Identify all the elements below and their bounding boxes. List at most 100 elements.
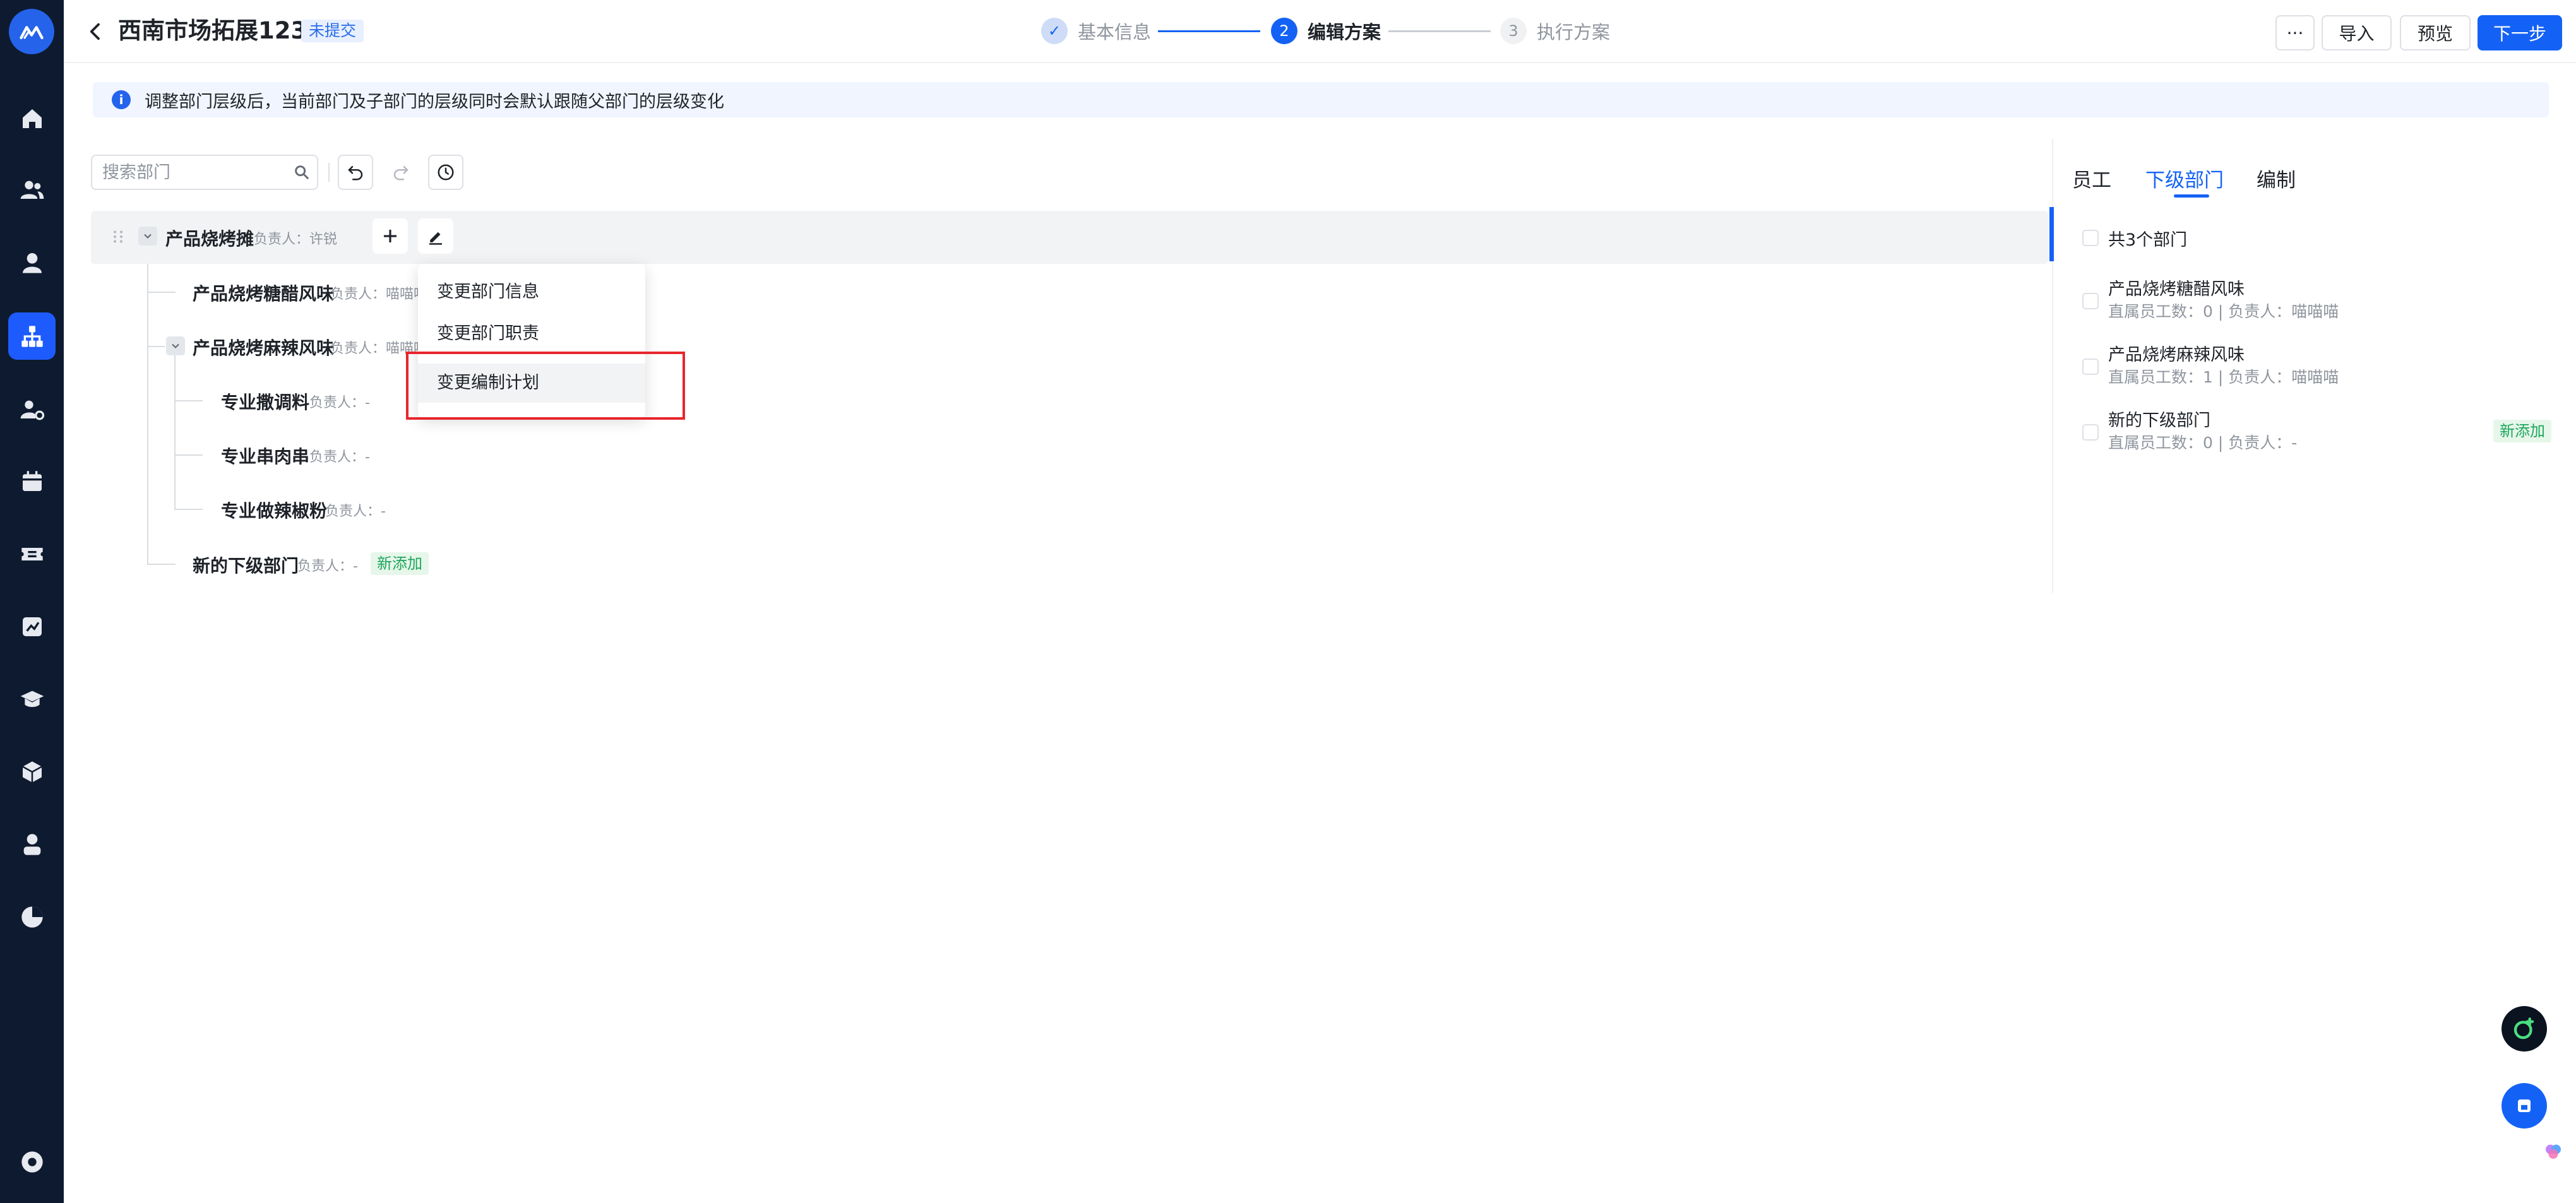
plugin-button[interactable] (2538, 1136, 2568, 1166)
nav-user[interactable] (8, 239, 56, 286)
dept-name[interactable]: 专业做辣椒粉 (221, 497, 327, 523)
dept-owner: 负责人：- (325, 504, 386, 519)
step-label: 编辑方案 (1308, 21, 1381, 43)
dept-owner: 负责人：- (309, 395, 370, 411)
nav-ticket[interactable] (8, 530, 56, 578)
drag-handle-icon[interactable] (109, 227, 128, 246)
notice-text: 调整部门层级后，当前部门及子部门的层级同时会默认跟随父部门的层级变化 (145, 92, 724, 112)
ticket-icon (21, 547, 43, 560)
active-tab-indicator (2174, 194, 2209, 198)
nav-settings[interactable] (8, 1138, 56, 1185)
import-button[interactable]: 导入 (2322, 15, 2392, 50)
sub-dept-name[interactable]: 新的下级部门 (2108, 406, 2210, 431)
collapse-toggle[interactable] (138, 227, 157, 246)
undo-icon (348, 166, 363, 181)
step-connector (1158, 30, 1260, 32)
nav-cube[interactable] (8, 748, 56, 795)
tree-connector (174, 400, 203, 401)
menu-item-change-dept-info[interactable]: 变更部门信息 (418, 273, 645, 312)
nav-calendar[interactable] (8, 458, 56, 505)
check-icon: ✓ (1041, 18, 1068, 44)
next-step-button[interactable]: 下一步 (2478, 15, 2562, 50)
active-indicator (2049, 207, 2054, 261)
nav-user-settings[interactable] (8, 385, 56, 432)
sub-dept-name[interactable]: 产品烧烤糖醋风味 (2108, 275, 2245, 300)
redo-button[interactable] (383, 155, 419, 190)
app-logo[interactable] (9, 9, 54, 54)
row-checkbox[interactable] (2082, 359, 2099, 375)
user-settings-icon (20, 400, 44, 420)
search-input[interactable] (101, 156, 284, 189)
dept-name[interactable]: 产品烧烤糖醋风味 (193, 280, 334, 305)
row-checkbox[interactable] (2082, 293, 2099, 309)
step-number: 3 (1500, 18, 1527, 44)
tab-staffing[interactable]: 编制 (2257, 164, 2296, 193)
undo-button[interactable] (338, 155, 373, 190)
row-checkbox[interactable] (2082, 424, 2099, 441)
tree-connector (174, 355, 176, 509)
nav-analytics[interactable] (8, 893, 56, 940)
dept-name[interactable]: 专业串肉串 (221, 443, 309, 468)
page-header: 西南市场拓展123 未提交 ✓ 基本信息 2 编辑方案 3 执行方案 ··· 导… (64, 0, 2576, 63)
sidebar (0, 0, 64, 1203)
person-icon (23, 833, 40, 855)
nav-home[interactable] (8, 95, 56, 142)
step-edit-plan[interactable]: 2 编辑方案 (1271, 18, 1381, 44)
logo-icon (20, 26, 44, 40)
save-icon (2518, 1099, 2531, 1112)
report-icon (22, 617, 42, 636)
status-badge: 未提交 (301, 20, 364, 42)
collapse-toggle[interactable] (166, 336, 185, 355)
step-execute-plan[interactable]: 3 执行方案 (1500, 18, 1610, 44)
ai-assistant-button[interactable] (2501, 1006, 2547, 1052)
nav-report[interactable] (8, 603, 56, 650)
step-basic-info[interactable]: ✓ 基本信息 (1041, 18, 1151, 44)
step-label: 基本信息 (1078, 21, 1152, 43)
dept-owner: 负责人：- (309, 449, 370, 465)
education-icon (20, 690, 44, 707)
select-all-checkbox[interactable] (2082, 230, 2099, 246)
more-button[interactable]: ··· (2275, 15, 2315, 50)
nav-org-chart[interactable] (8, 312, 56, 360)
tree-connector (147, 564, 176, 565)
calendar-icon (22, 470, 42, 491)
back-button[interactable] (83, 16, 108, 47)
page-title: 西南市场拓展123 (118, 17, 307, 44)
chevron-left-icon (90, 23, 100, 40)
user-icon (22, 252, 42, 273)
add-dept-button[interactable] (373, 218, 408, 254)
nav-education[interactable] (8, 675, 56, 723)
dept-name[interactable]: 新的下级部门 (193, 552, 299, 578)
ai-assistant-icon (2513, 1017, 2534, 1040)
clock-icon (438, 164, 454, 181)
sub-dept-detail: 直属员工数：1 | 负责人：喵喵喵 (2108, 368, 2339, 386)
pie-chart-icon (21, 906, 43, 928)
sub-dept-detail: 直属员工数：0 | 负责人：喵喵喵 (2108, 302, 2339, 321)
edit-dept-button[interactable] (418, 218, 453, 254)
tab-employees[interactable]: 员工 (2072, 164, 2111, 193)
preview-button[interactable]: 预览 (2400, 15, 2471, 50)
nav-team[interactable] (8, 165, 56, 213)
nav-person[interactable] (8, 821, 56, 868)
chevron-down-icon (144, 234, 152, 239)
menu-item-change-dept-duty[interactable]: 变更部门职责 (418, 314, 645, 353)
sub-dept-name[interactable]: 产品烧烤麻辣风味 (2108, 341, 2245, 365)
save-draft-button[interactable] (2501, 1083, 2547, 1129)
settings-icon (21, 1151, 43, 1173)
dept-owner: 负责人：许锐 (254, 232, 338, 247)
tab-sub-departments[interactable]: 下级部门 (2145, 164, 2224, 193)
tree-connector (174, 454, 203, 456)
dept-owner: 负责人：- (297, 559, 358, 574)
org-chart-icon (21, 325, 43, 347)
step-number: 2 (1271, 18, 1297, 44)
highlight-box (406, 352, 685, 420)
dept-name[interactable]: 产品烧烤麻辣风味 (193, 335, 334, 360)
sub-dept-detail: 直属员工数：0 | 负责人：- (2108, 434, 2298, 452)
dept-owner: 负责人：喵喵喵 (330, 287, 428, 302)
dept-name[interactable]: 专业撒调料 (221, 389, 309, 414)
tree-connector (147, 346, 165, 347)
search-icon[interactable] (293, 163, 311, 181)
dept-name[interactable]: 产品烧烤摊 (165, 225, 254, 251)
history-button[interactable] (428, 155, 463, 190)
right-panel: 员工 下级部门 编制 共3个部门 产品烧烤糖醋风味 直属员工数：0 | 负责人：… (2049, 139, 2576, 593)
